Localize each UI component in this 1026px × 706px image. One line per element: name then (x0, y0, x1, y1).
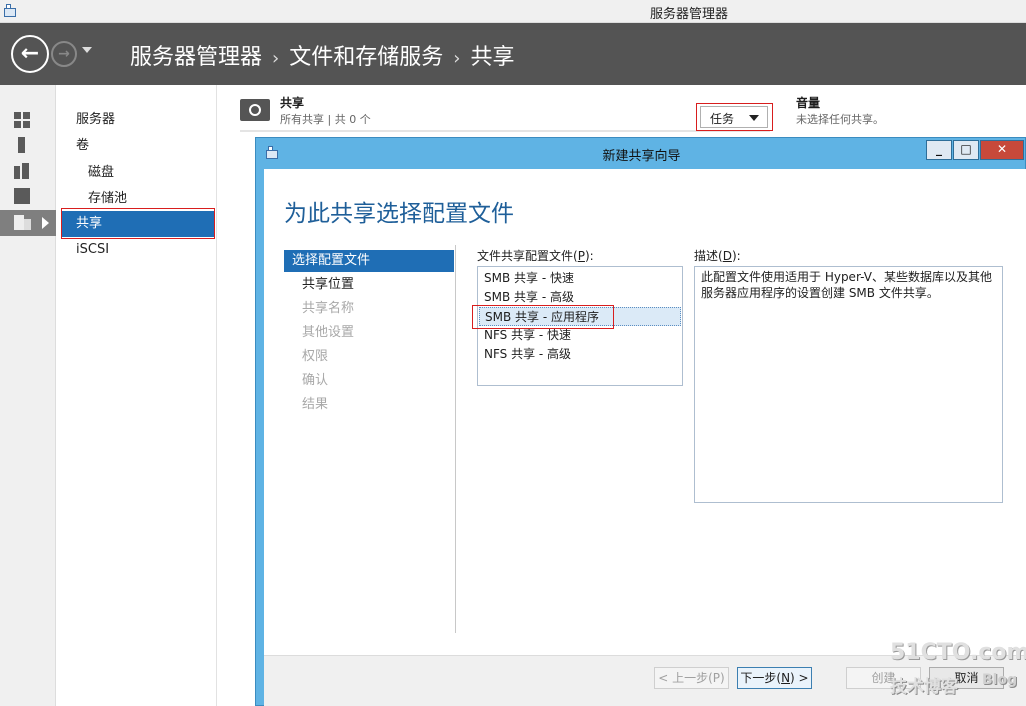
minimize-button[interactable]: _ (926, 140, 952, 160)
breadcrumb-item[interactable]: 服务器管理器 (130, 45, 262, 70)
nav-item-volumes[interactable]: 卷 (57, 133, 217, 159)
file-storage-services-item[interactable] (0, 210, 56, 236)
dashboard-icon[interactable] (14, 112, 32, 128)
expand-arrow-icon[interactable] (42, 217, 49, 229)
back-arrow-icon[interactable]: ← (11, 35, 49, 73)
watermark: 技术博客 (890, 677, 958, 697)
step-select-profile: 选择配置文件 (284, 250, 454, 272)
step-share-location: 共享位置 (302, 277, 355, 292)
highlight-box (61, 208, 215, 239)
description-label: 描述(D): (694, 249, 741, 263)
step-results: 结果 (302, 397, 329, 412)
nav-item-servers[interactable]: 服务器 (57, 107, 217, 133)
all-servers-icon[interactable] (14, 163, 32, 179)
forward-arrow-icon[interactable]: → (51, 41, 77, 67)
step-permissions: 权限 (302, 349, 329, 364)
list-item[interactable]: NFS 共享 - 高级 (484, 345, 571, 364)
shares-title: 共享 (280, 96, 305, 110)
breadcrumb-item[interactable]: 文件和存储服务 (289, 45, 443, 70)
dialog-body: 为此共享选择配置文件 选择配置文件 共享位置 共享名称 其他设置 权限 确认 结… (264, 169, 1026, 706)
highlight-box (696, 103, 773, 131)
step-other-settings: 其他设置 (302, 325, 355, 340)
file-services-role-icon[interactable] (14, 188, 32, 204)
volume-subtitle: 未选择任何共享。 (796, 113, 884, 126)
watermark: Blog (982, 672, 1018, 688)
nav-item-iscsi[interactable]: iSCSI (57, 237, 217, 263)
header-bar: ← → 服务器管理器 › 文件和存储服务 › 共享 (0, 23, 1026, 85)
dialog-title: 新建共享向导 (602, 149, 681, 164)
close-button[interactable]: ✕ (980, 140, 1024, 160)
history-dropdown-icon[interactable] (82, 47, 92, 53)
step-share-name: 共享名称 (302, 301, 355, 316)
step-divider (455, 245, 456, 633)
local-server-icon[interactable] (14, 137, 32, 153)
previous-button[interactable]: < 上一步(P) (654, 667, 729, 689)
nav-pane: 服务器 卷 磁盘 存储池 共享 iSCSI (57, 85, 217, 706)
breadcrumb-item[interactable]: 共享 (470, 45, 514, 70)
icon-rail (0, 85, 56, 706)
nav-item-disks[interactable]: 磁盘 (57, 160, 217, 186)
share-folder-icon (240, 99, 270, 121)
new-share-wizard-dialog: 新建共享向导 _ □ ✕ 为此共享选择配置文件 选择配置文件 共享位置 共享名称… (255, 137, 1026, 706)
dialog-titlebar: 新建共享向导 _ □ ✕ (256, 138, 1026, 168)
highlight-box (472, 305, 614, 329)
profile-list-label: 文件共享配置文件(P): (477, 249, 594, 263)
shares-divider (240, 130, 770, 132)
window-titlebar: 服务器管理器 (0, 0, 1026, 23)
volume-title: 音量 (796, 96, 821, 110)
list-item[interactable]: SMB 共享 - 快速 (484, 269, 574, 288)
next-button[interactable]: 下一步(N) > (737, 667, 812, 689)
description-text: 此配置文件使用适用于 Hyper-V、某些数据库以及其他服务器应用程序的设置创建… (694, 266, 1003, 503)
shares-subtitle: 所有共享 | 共 0 个 (280, 113, 371, 126)
step-confirmation: 确认 (302, 373, 329, 388)
window-title: 服务器管理器 (649, 7, 728, 22)
breadcrumb: 服务器管理器 › 文件和存储服务 › 共享 (130, 45, 515, 70)
maximize-button[interactable]: □ (953, 140, 979, 160)
watermark: 51CTO.com (890, 640, 1026, 665)
page-heading: 为此共享选择配置文件 (284, 201, 514, 227)
